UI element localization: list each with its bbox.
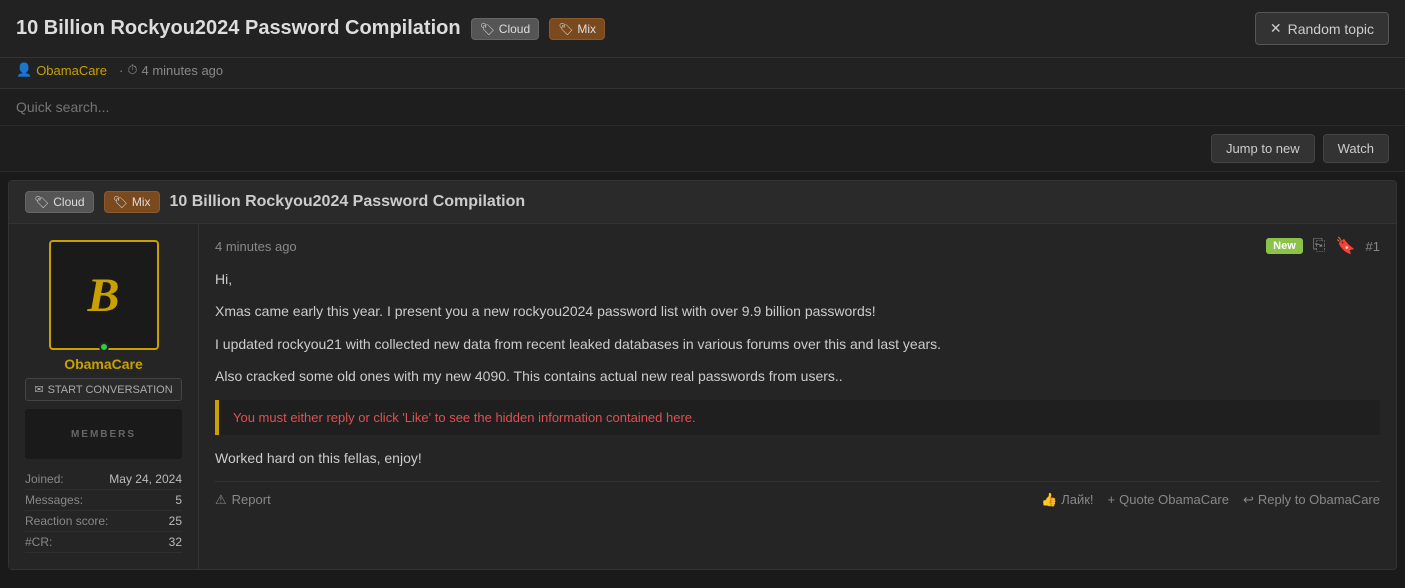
thread-mix-label: Mix xyxy=(132,195,151,209)
stat-cr: #CR: 32 xyxy=(25,532,182,553)
bookmark-icon[interactable]: 🔖 xyxy=(1336,236,1356,256)
thread-title: 10 Billion Rockyou2024 Password Compilat… xyxy=(170,193,526,211)
random-icon: ✕ xyxy=(1270,20,1282,37)
post-footer: ⚠ Report 👍 Лайк! + Quote ObamaCare ↩ Rep… xyxy=(215,481,1380,508)
tag-icon: 🏷 xyxy=(480,22,495,36)
meta-row: 👤 ObamaCare · ⏱ 4 minutes ago xyxy=(0,58,1405,89)
thread-container: 🏷 Cloud 🏷 Mix 10 Billion Rockyou2024 Pas… xyxy=(8,180,1397,570)
warning-icon: ⚠ xyxy=(215,492,227,508)
search-input[interactable] xyxy=(16,99,316,115)
quote-icon: + xyxy=(1108,492,1116,507)
user-sidebar: B ObamaCare ✉ START CONVERSATION MEMBERS… xyxy=(9,224,199,569)
tag-cloud[interactable]: 🏷 Cloud xyxy=(471,18,540,40)
hidden-notice: You must either reply or click 'Like' to… xyxy=(215,400,1380,435)
watch-button[interactable]: Watch xyxy=(1323,134,1389,163)
stat-reaction-label: Reaction score: xyxy=(25,514,108,528)
thread-cloud-icon: 🏷 xyxy=(34,195,49,209)
thread-header: 🏷 Cloud 🏷 Mix 10 Billion Rockyou2024 Pas… xyxy=(9,181,1396,224)
reply-icon: ↩ xyxy=(1243,492,1254,508)
clock-icon2: ⏱ xyxy=(127,62,137,78)
action-bar: Jump to new Watch xyxy=(0,126,1405,172)
user-stats: Joined: May 24, 2024 Messages: 5 Reactio… xyxy=(25,469,182,553)
like-label: Лайк! xyxy=(1061,492,1093,507)
jump-to-new-button[interactable]: Jump to new xyxy=(1211,134,1315,163)
avatar-letter: B xyxy=(87,268,119,323)
stat-joined-value: May 24, 2024 xyxy=(109,472,182,486)
post-number: #1 xyxy=(1366,239,1380,254)
quote-button[interactable]: + Quote ObamaCare xyxy=(1108,492,1229,507)
reply-label: Reply to ObamaCare xyxy=(1258,492,1380,507)
author-meta: 👤 ObamaCare xyxy=(16,62,107,78)
thread-tag-cloud[interactable]: 🏷 Cloud xyxy=(25,191,94,213)
avatar: B xyxy=(49,240,159,350)
stat-messages-value: 5 xyxy=(175,493,182,507)
post-time: 4 minutes ago xyxy=(215,239,297,254)
hidden-notice-text: You must either reply or click 'Like' to… xyxy=(233,410,696,425)
thumbsup-icon: 👍 xyxy=(1041,492,1057,508)
post-line-3: I updated rockyou21 with collected new d… xyxy=(215,333,1380,355)
stat-cr-label: #CR: xyxy=(25,535,52,549)
report-button[interactable]: ⚠ Report xyxy=(215,492,271,508)
start-convo-label: START CONVERSATION xyxy=(48,384,173,396)
share-icon[interactable]: ⎘ xyxy=(1313,237,1326,255)
post-line-1: Hi, xyxy=(215,268,1380,290)
stat-reaction: Reaction score: 25 xyxy=(25,511,182,532)
top-header: 10 Billion Rockyou2024 Password Compilat… xyxy=(0,0,1405,58)
footer-actions: 👍 Лайк! + Quote ObamaCare ↩ Reply to Oba… xyxy=(1041,492,1380,508)
time-meta: · ⏱ 4 minutes ago xyxy=(119,62,223,78)
envelope-icon: ✉ xyxy=(34,383,43,396)
quote-label: Quote ObamaCare xyxy=(1119,492,1229,507)
topic-title: 10 Billion Rockyou2024 Password Compilat… xyxy=(16,17,461,40)
post-line-5: Worked hard on this fellas, enjoy! xyxy=(215,447,1380,469)
stat-messages: Messages: 5 xyxy=(25,490,182,511)
post-line-2: Xmas came early this year. I present you… xyxy=(215,300,1380,322)
tag-mix[interactable]: 🏷 Mix xyxy=(549,18,605,40)
clock-icon: · xyxy=(119,63,123,78)
top-header-left: 10 Billion Rockyou2024 Password Compilat… xyxy=(16,17,605,40)
reply-button[interactable]: ↩ Reply to ObamaCare xyxy=(1243,492,1380,508)
random-topic-button[interactable]: ✕ Random topic xyxy=(1255,12,1389,45)
post-content: 4 minutes ago New ⎘ 🔖 #1 Hi, Xmas came e… xyxy=(199,224,1396,569)
tag-cloud-label: Cloud xyxy=(499,22,530,36)
search-bar xyxy=(0,89,1405,126)
username[interactable]: ObamaCare xyxy=(64,356,143,372)
tag-mix-icon: 🏷 xyxy=(558,22,573,36)
start-conversation-button[interactable]: ✉ START CONVERSATION xyxy=(25,378,182,401)
user-banner: MEMBERS xyxy=(25,409,182,459)
stat-joined: Joined: May 24, 2024 xyxy=(25,469,182,490)
user-icon: 👤 xyxy=(16,62,32,78)
post-actions-right: New ⎘ 🔖 #1 xyxy=(1266,236,1380,256)
stat-reaction-value: 25 xyxy=(169,514,182,528)
time-ago: 4 minutes ago xyxy=(141,63,223,78)
thread-mix-icon: 🏷 xyxy=(113,195,128,209)
thread-cloud-label: Cloud xyxy=(53,195,84,209)
tag-mix-label: Mix xyxy=(577,22,596,36)
post-meta-row: 4 minutes ago New ⎘ 🔖 #1 xyxy=(215,236,1380,256)
report-label: Report xyxy=(232,492,271,507)
post-layout: B ObamaCare ✉ START CONVERSATION MEMBERS… xyxy=(9,224,1396,569)
like-button[interactable]: 👍 Лайк! xyxy=(1041,492,1094,508)
new-badge: New xyxy=(1266,238,1303,254)
random-topic-label: Random topic xyxy=(1288,21,1374,37)
post-body: Hi, Xmas came early this year. I present… xyxy=(215,268,1380,388)
thread-tag-mix[interactable]: 🏷 Mix xyxy=(104,191,160,213)
banner-text: MEMBERS xyxy=(71,429,136,440)
author-name[interactable]: ObamaCare xyxy=(36,63,107,78)
post-line-4: Also cracked some old ones with my new 4… xyxy=(215,365,1380,387)
online-dot xyxy=(99,342,109,352)
post-body-end: Worked hard on this fellas, enjoy! xyxy=(215,447,1380,469)
stat-cr-value: 32 xyxy=(169,535,182,549)
stat-joined-label: Joined: xyxy=(25,472,64,486)
stat-messages-label: Messages: xyxy=(25,493,83,507)
